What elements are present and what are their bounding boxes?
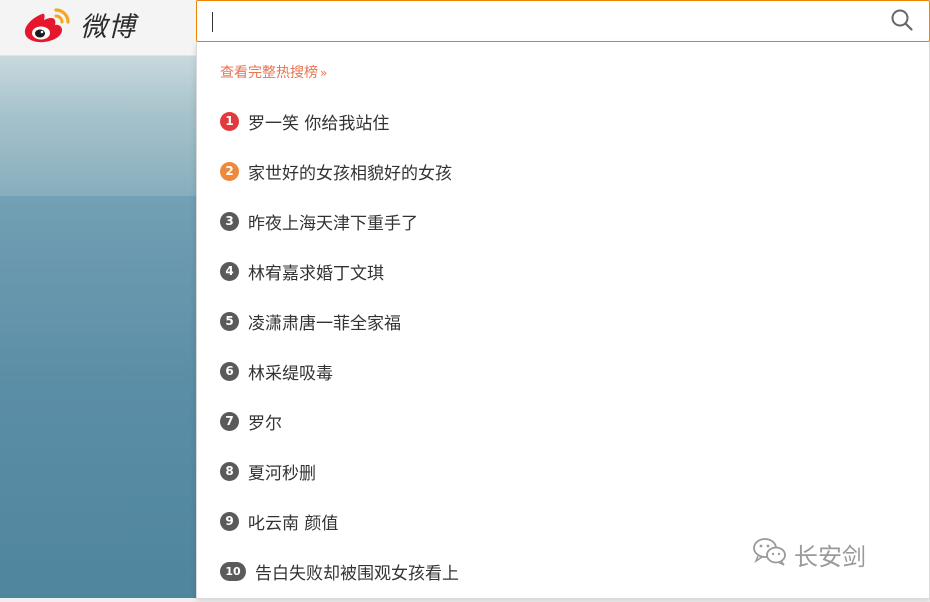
watermark: 长安剑 xyxy=(752,536,866,572)
rank-badge: 4 xyxy=(220,261,239,281)
rank-badge: 8 xyxy=(220,461,239,481)
hot-search-text: 叱云南 颜值 xyxy=(248,513,339,534)
rank-badge: 2 xyxy=(220,161,239,181)
hot-search-list: 1 罗一笑 你给我站住 2 家世好的女孩相貌好的女孩 3 昨夜上海天津下重手了 4 林宥嘉求婚… xyxy=(197,96,929,596)
rank-badge: 3 xyxy=(220,211,239,231)
hot-search-dropdown: 查看完整热搜榜» 1 罗一笑 你给我站住 2 家世好的女孩相貌好的女孩 3 昨夜上海天津下… xyxy=(196,42,930,599)
text-caret xyxy=(212,12,213,32)
rank-badge: 9 xyxy=(220,511,239,531)
background-image xyxy=(0,56,200,602)
rank-badge: 5 xyxy=(220,311,239,331)
hot-search-text: 昨夜上海天津下重手了 xyxy=(248,213,418,234)
hot-search-item[interactable]: 3 昨夜上海天津下重手了 xyxy=(197,196,929,246)
hot-search-item[interactable]: 1 罗一笑 你给我站住 xyxy=(197,96,929,146)
rank-badge: 10 xyxy=(220,561,246,581)
brand-name: 微博 xyxy=(80,11,136,43)
rank-badge: 1 xyxy=(220,111,239,131)
search-input[interactable] xyxy=(209,7,869,37)
weibo-logo[interactable]: 微博 xyxy=(22,2,136,46)
hot-search-item[interactable]: 6 林采缇吸毒 xyxy=(197,346,929,396)
rank-badge: 7 xyxy=(220,411,239,431)
background-sky xyxy=(0,56,200,196)
hot-search-item[interactable]: 7 罗尔 xyxy=(197,396,929,446)
rank-badge: 6 xyxy=(220,361,239,381)
hot-search-text: 告白失败却被围观女孩看上 xyxy=(255,563,459,584)
hot-search-item[interactable]: 5 凌潇肃唐一菲全家福 xyxy=(197,296,929,346)
hot-search-text: 家世好的女孩相貌好的女孩 xyxy=(248,163,452,184)
weibo-logo-icon xyxy=(22,4,74,44)
hot-search-text: 林采缇吸毒 xyxy=(248,363,333,384)
hot-search-item[interactable]: 8 夏河秒删 xyxy=(197,446,929,496)
search-box xyxy=(196,0,930,42)
full-hot-list-label: 查看完整热搜榜 xyxy=(220,65,318,81)
full-hot-list-link[interactable]: 查看完整热搜榜» xyxy=(220,62,327,82)
watermark-text: 长安剑 xyxy=(794,542,866,571)
double-chevron-icon: » xyxy=(320,66,328,80)
hot-search-item[interactable]: 2 家世好的女孩相貌好的女孩 xyxy=(197,146,929,196)
hot-search-text: 凌潇肃唐一菲全家福 xyxy=(248,313,401,334)
search-icon xyxy=(890,8,914,36)
hot-search-text: 罗一笑 你给我站住 xyxy=(248,113,390,134)
hot-search-text: 林宥嘉求婚丁文琪 xyxy=(248,263,384,284)
wechat-icon xyxy=(752,536,794,572)
hot-search-item[interactable]: 4 林宥嘉求婚丁文琪 xyxy=(197,246,929,296)
search-button[interactable] xyxy=(887,7,917,37)
hot-search-text: 夏河秒删 xyxy=(248,463,316,484)
hot-search-text: 罗尔 xyxy=(248,413,282,434)
